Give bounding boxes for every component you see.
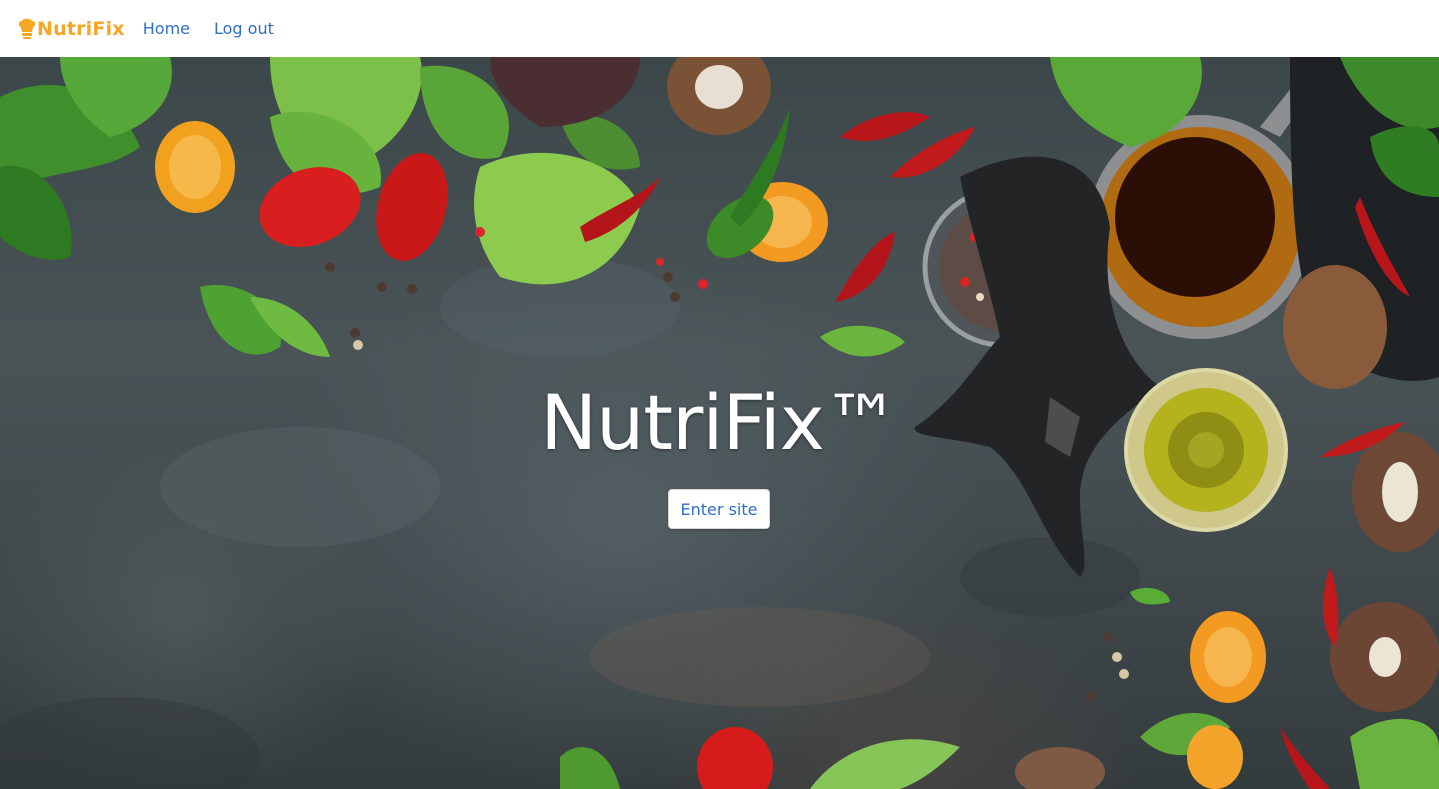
hero-section: NutriFix™ Enter site <box>0 57 1439 789</box>
enter-site-button[interactable]: Enter site <box>668 489 770 529</box>
brand-name: NutriFix <box>37 17 125 40</box>
hero-title: NutriFix™ <box>540 378 899 467</box>
top-navbar: NutriFix Home Log out <box>0 0 1439 57</box>
nav-link-log-out[interactable]: Log out <box>214 19 274 38</box>
brand-logo-link[interactable]: NutriFix <box>18 18 125 40</box>
nav-link-home[interactable]: Home <box>143 19 190 38</box>
chef-hat-icon <box>18 18 36 39</box>
